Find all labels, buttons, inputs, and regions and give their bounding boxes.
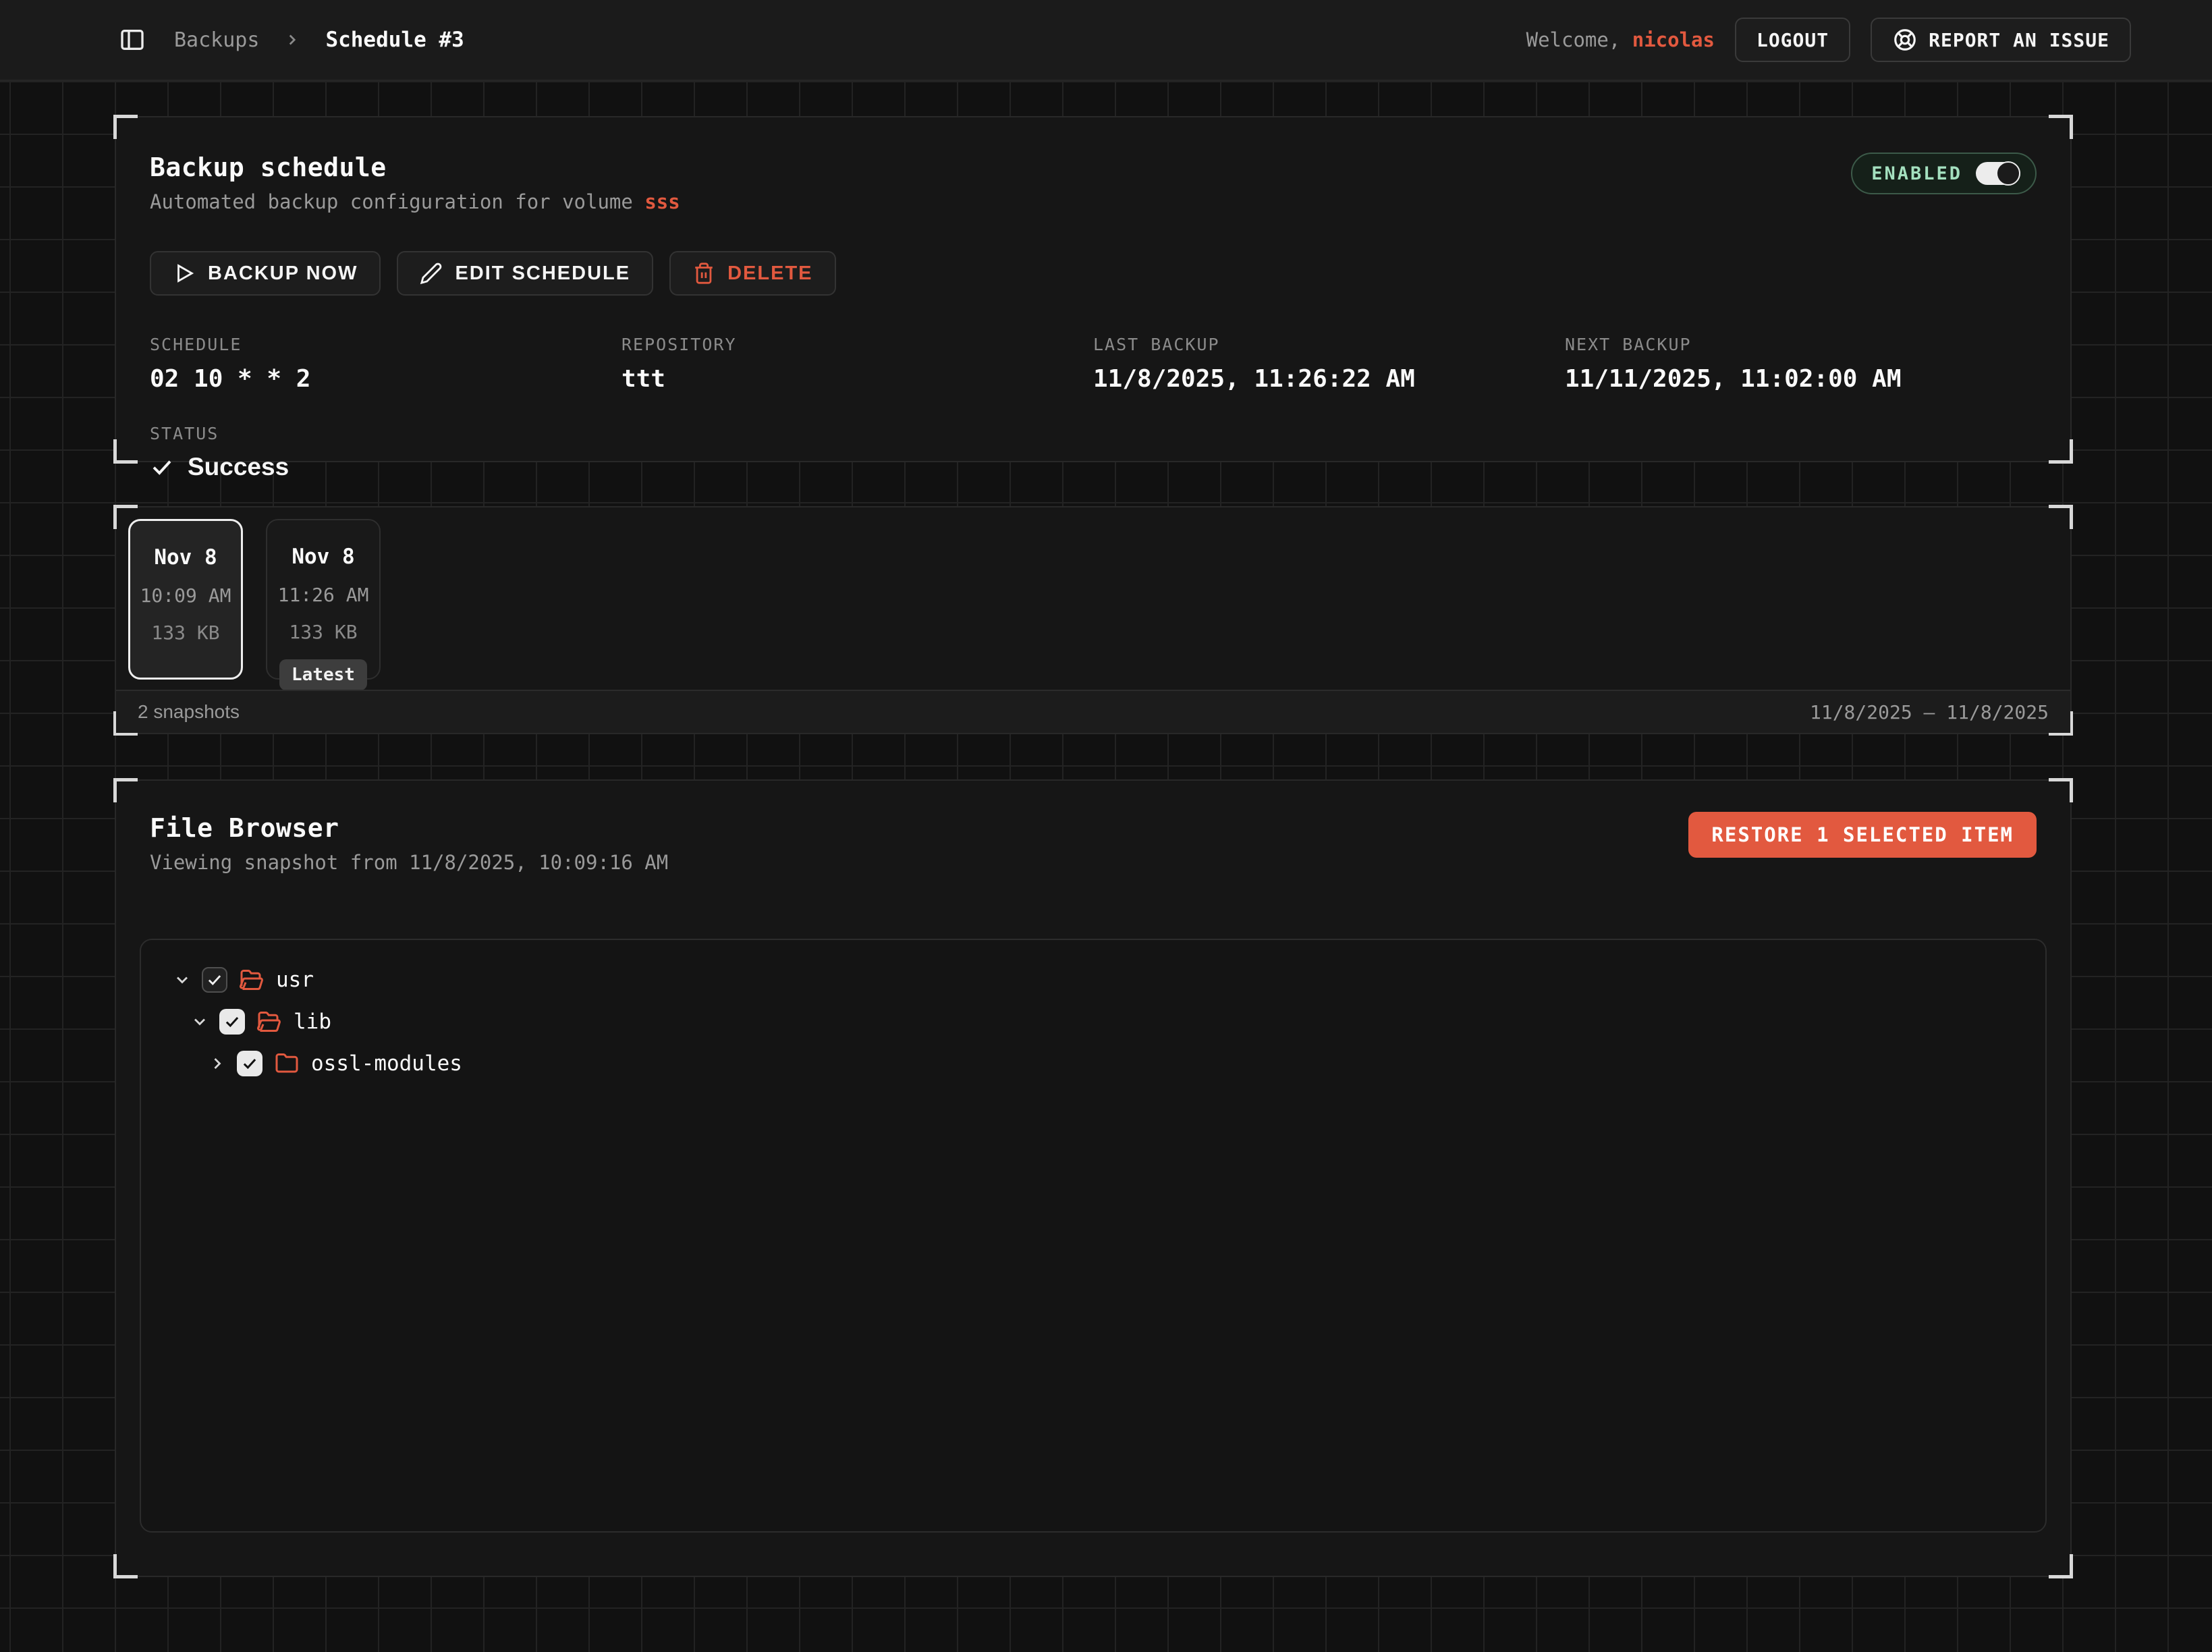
logout-button[interactable]: LOGOUT xyxy=(1735,18,1850,62)
tree-item-name[interactable]: lib xyxy=(294,1010,331,1034)
latest-badge: Latest xyxy=(279,659,367,690)
corner-bracket xyxy=(113,439,138,464)
page: Backups Schedule #3 Welcome, nicolas LOG… xyxy=(0,0,2212,1652)
chevron-down-icon[interactable] xyxy=(188,1010,211,1033)
status-value: Success xyxy=(188,453,289,481)
snapshot-date-range: 11/8/2025 – 11/8/2025 xyxy=(1810,701,2049,723)
checkbox-usr[interactable] xyxy=(202,967,227,993)
chevron-right-icon[interactable] xyxy=(206,1052,229,1075)
field-repository: REPOSITORY ttt xyxy=(621,335,1093,393)
restore-selected-button[interactable]: RESTORE 1 SELECTED ITEM xyxy=(1688,812,2037,858)
play-icon xyxy=(173,262,196,285)
card-subtitle: Automated backup configuration for volum… xyxy=(150,190,1851,213)
lifebuoy-icon xyxy=(1892,27,1918,53)
corner-bracket xyxy=(2049,115,2073,139)
check-icon xyxy=(150,455,174,479)
folder-open-icon xyxy=(240,968,264,992)
status-field: STATUS Success xyxy=(150,424,2037,481)
snapshot-list: Nov 8 10:09 AM 133 KB Nov 8 11:26 AM 133… xyxy=(116,507,2070,680)
breadcrumb-page: Schedule #3 xyxy=(325,28,464,52)
snapshot-item-selected[interactable]: Nov 8 10:09 AM 133 KB xyxy=(128,519,243,680)
toggle-knob xyxy=(1996,161,2020,186)
backup-now-label: BACKUP NOW xyxy=(208,263,358,285)
report-issue-label: REPORT AN ISSUE xyxy=(1929,29,2109,51)
logout-label: LOGOUT xyxy=(1757,29,1829,51)
field-value: 02 10 * * 2 xyxy=(150,365,621,393)
chevron-right-icon xyxy=(283,31,301,49)
corner-bracket xyxy=(113,115,138,139)
file-tree: usr lib xyxy=(140,939,2047,1533)
field-label: REPOSITORY xyxy=(621,335,1093,354)
field-value: 11/8/2025, 11:26:22 AM xyxy=(1093,365,1565,393)
top-bar-right: Welcome, nicolas LOGOUT REPORT AN ISSUE xyxy=(1526,18,2131,62)
top-bar: Backups Schedule #3 Welcome, nicolas LOG… xyxy=(0,0,2212,81)
backup-now-button[interactable]: BACKUP NOW xyxy=(150,251,381,296)
restore-label: RESTORE 1 SELECTED ITEM xyxy=(1711,823,2014,846)
field-value: ttt xyxy=(621,365,1093,393)
tree-row-ossl-modules: ossl-modules xyxy=(161,1043,2025,1084)
checkbox-ossl-modules[interactable] xyxy=(237,1051,262,1076)
corner-bracket xyxy=(2049,439,2073,464)
chevron-down-icon[interactable] xyxy=(171,968,194,991)
tree-item-name[interactable]: usr xyxy=(276,968,314,992)
pencil-icon xyxy=(420,262,443,285)
field-last-backup: LAST BACKUP 11/8/2025, 11:26:22 AM xyxy=(1093,335,1565,393)
snapshot-item[interactable]: Nov 8 11:26 AM 133 KB Latest xyxy=(266,519,381,680)
field-schedule: SCHEDULE 02 10 * * 2 xyxy=(150,335,621,393)
delete-label: DELETE xyxy=(727,263,812,285)
sidebar-toggle-button[interactable] xyxy=(115,22,150,57)
tree-row-usr: usr xyxy=(161,959,2025,1001)
welcome-text: Welcome, nicolas xyxy=(1526,28,1715,51)
username: nicolas xyxy=(1632,28,1715,51)
snapshot-count: 2 snapshots xyxy=(138,701,240,723)
field-label: NEXT BACKUP xyxy=(1565,335,2037,354)
folder-open-icon xyxy=(257,1010,281,1034)
status-label: STATUS xyxy=(150,424,2037,443)
enabled-toggle[interactable]: ENABLED xyxy=(1851,153,2037,194)
snapshots-footer: 2 snapshots 11/8/2025 – 11/8/2025 xyxy=(116,690,2070,733)
tree-item-name[interactable]: ossl-modules xyxy=(311,1051,462,1076)
delete-button[interactable]: DELETE xyxy=(669,251,835,296)
snapshot-size: 133 KB xyxy=(289,621,357,643)
card-title: File Browser xyxy=(150,813,1688,843)
corner-bracket xyxy=(2049,1554,2073,1578)
toggle-switch[interactable] xyxy=(1976,162,2020,185)
checkbox-lib[interactable] xyxy=(219,1009,245,1035)
edit-schedule-button[interactable]: EDIT SCHEDULE xyxy=(397,251,653,296)
tree-row-lib: lib xyxy=(161,1001,2025,1043)
field-label: SCHEDULE xyxy=(150,335,621,354)
card-title: Backup schedule xyxy=(150,153,1851,182)
corner-bracket xyxy=(113,1554,138,1578)
snapshot-time: 10:09 AM xyxy=(140,584,231,607)
corner-bracket xyxy=(113,778,138,802)
volume-name: sss xyxy=(644,190,680,213)
subtitle-prefix: Automated backup configuration for volum… xyxy=(150,190,644,213)
edit-schedule-label: EDIT SCHEDULE xyxy=(455,263,630,285)
snapshots-card: Nov 8 10:09 AM 133 KB Nov 8 11:26 AM 133… xyxy=(115,506,2072,734)
trash-icon xyxy=(692,262,715,285)
panel-left-icon xyxy=(119,26,146,53)
corner-bracket xyxy=(2049,778,2073,802)
field-label: LAST BACKUP xyxy=(1093,335,1565,354)
breadcrumb: Backups Schedule #3 xyxy=(115,22,1526,57)
welcome-prefix: Welcome, xyxy=(1526,28,1632,51)
enabled-label: ENABLED xyxy=(1871,163,1962,184)
report-issue-button[interactable]: REPORT AN ISSUE xyxy=(1871,18,2131,62)
field-next-backup: NEXT BACKUP 11/11/2025, 11:02:00 AM xyxy=(1565,335,2037,393)
field-value: 11/11/2025, 11:02:00 AM xyxy=(1565,365,2037,393)
snapshot-date: Nov 8 xyxy=(154,545,217,570)
file-browser-card: File Browser Viewing snapshot from 11/8/… xyxy=(115,779,2072,1577)
snapshot-size: 133 KB xyxy=(151,622,219,644)
card-subtitle: Viewing snapshot from 11/8/2025, 10:09:1… xyxy=(150,851,1688,874)
snapshot-time: 11:26 AM xyxy=(278,584,369,606)
breadcrumb-section[interactable]: Backups xyxy=(174,28,259,52)
folder-icon xyxy=(275,1051,299,1076)
backup-schedule-card: Backup schedule Automated backup configu… xyxy=(115,116,2072,462)
snapshot-date: Nov 8 xyxy=(292,545,354,569)
